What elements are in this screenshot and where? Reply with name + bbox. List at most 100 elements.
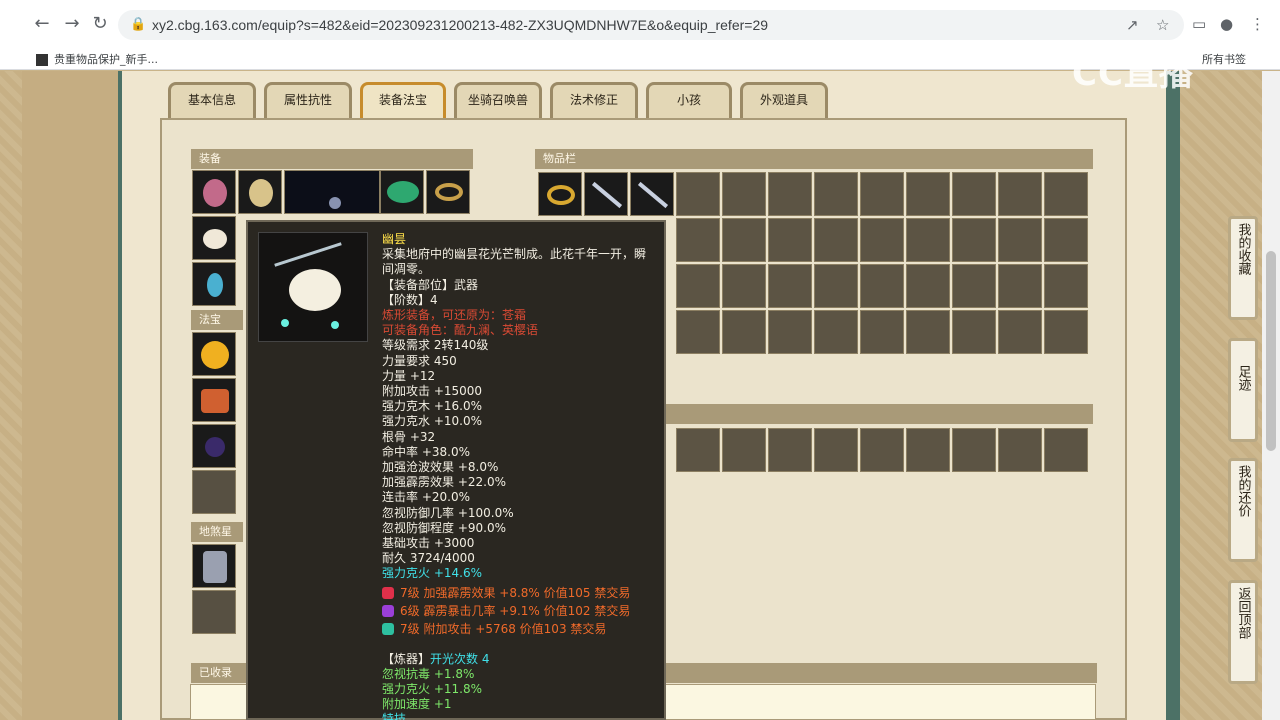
inventory-empty-slot[interactable] — [676, 310, 720, 354]
inventory-empty-slot[interactable] — [906, 172, 950, 216]
inventory-empty-slot[interactable] — [814, 428, 858, 472]
equip-slot-bracelet[interactable] — [426, 170, 470, 214]
inventory-empty-slot[interactable] — [768, 428, 812, 472]
stat-line: 加强霹雳效果 +22.0% — [382, 475, 506, 490]
inventory-empty-slot[interactable] — [952, 218, 996, 262]
inventory-empty-slot[interactable] — [1044, 428, 1088, 472]
tab-mounts-pets[interactable]: 坐骑召唤兽 — [454, 82, 542, 118]
my-counteroffer-button[interactable]: 我的还价 — [1228, 458, 1258, 562]
inventory-empty-slot[interactable] — [676, 218, 720, 262]
address-bar[interactable]: 🔒 xy2.cbg.163.com/equip?s=482&eid=202309… — [118, 10, 1184, 40]
tab-spell-modifiers[interactable]: 法术修正 — [550, 82, 638, 118]
inventory-empty-slot[interactable] — [814, 218, 858, 262]
tab-basic-info[interactable]: 基本信息 — [168, 82, 256, 118]
inventory-empty-slot[interactable] — [1044, 172, 1088, 216]
reload-icon[interactable]: ↻ — [90, 14, 110, 34]
my-favorites-button[interactable]: 我的收藏 — [1228, 216, 1258, 320]
inventory-empty-slot[interactable] — [814, 264, 858, 308]
tab-equipment[interactable]: 装备法宝 — [360, 82, 446, 118]
profile-icon[interactable]: ● — [1220, 15, 1233, 33]
warrior-icon — [203, 551, 227, 583]
fabao-slot-3[interactable] — [192, 424, 236, 468]
inventory-empty-slot[interactable] — [906, 218, 950, 262]
inventory-empty-slot[interactable] — [998, 218, 1042, 262]
inventory-empty-slot[interactable] — [952, 172, 996, 216]
fabao-slot-4[interactable] — [192, 470, 236, 514]
equip-slot-shoes[interactable] — [192, 262, 236, 306]
equip-slot-mask[interactable] — [380, 170, 424, 214]
page-scrollbar[interactable] — [1262, 71, 1280, 720]
inventory-empty-slot[interactable] — [860, 428, 904, 472]
equip-slot-necklace[interactable] — [238, 170, 282, 214]
scrollbar-thumb[interactable] — [1266, 251, 1276, 451]
inventory-empty-slot[interactable] — [906, 264, 950, 308]
inventory-empty-slot[interactable] — [814, 172, 858, 216]
dishaxing-slot-1[interactable] — [192, 544, 236, 588]
inventory-empty-slot[interactable] — [768, 310, 812, 354]
star-icon[interactable]: ☆ — [1156, 16, 1169, 34]
back-icon[interactable]: ← — [32, 14, 52, 34]
inventory-slot-ring[interactable] — [538, 172, 582, 216]
footprint-button[interactable]: 足迹 — [1228, 338, 1258, 442]
inventory-empty-slot[interactable] — [1044, 310, 1088, 354]
inventory-empty-slot[interactable] — [998, 264, 1042, 308]
share-icon[interactable]: ↗ — [1126, 16, 1139, 34]
equip-slot-weapon[interactable] — [192, 216, 236, 260]
inventory-empty-slot[interactable] — [906, 310, 950, 354]
bookmark-item[interactable]: 贵重物品保护_新手... — [36, 51, 158, 67]
tab-attributes[interactable]: 属性抗性 — [264, 82, 352, 118]
refine-count: 开光次数 4 — [430, 651, 490, 666]
stat-line: 根骨 +32 — [382, 429, 436, 444]
url-text[interactable]: xy2.cbg.163.com/equip?s=482&eid=20230923… — [152, 17, 768, 33]
inventory-empty-slot[interactable] — [768, 172, 812, 216]
spear-icon — [591, 181, 623, 209]
inventory-empty-slot[interactable] — [676, 428, 720, 472]
inventory-empty-slot[interactable] — [722, 310, 766, 354]
inventory-empty-slot[interactable] — [998, 428, 1042, 472]
equip-slot-helmet[interactable] — [192, 170, 236, 214]
forward-icon[interactable]: → — [62, 14, 82, 34]
inventory-empty-slot[interactable] — [1044, 264, 1088, 308]
inventory-empty-slot[interactable] — [860, 310, 904, 354]
tab-appearance[interactable]: 外观道具 — [740, 82, 828, 118]
special-skill: 特技 — [382, 712, 407, 720]
ring-icon — [435, 183, 463, 201]
equip-slot-armor[interactable] — [284, 170, 380, 214]
all-bookmarks[interactable]: 所有书签 — [1202, 51, 1246, 67]
fabao-slot-2[interactable] — [192, 378, 236, 422]
dishaxing-slot-2[interactable] — [192, 590, 236, 634]
inventory-empty-slot[interactable] — [860, 218, 904, 262]
inventory-empty-slot[interactable] — [998, 172, 1042, 216]
sidepanel-icon[interactable]: ▭ — [1192, 15, 1206, 33]
inventory-empty-slot[interactable] — [722, 264, 766, 308]
back-to-top-button[interactable]: 返回顶部 — [1228, 580, 1258, 684]
inventory-empty-slot[interactable] — [676, 172, 720, 216]
tab-children[interactable]: 小孩 — [646, 82, 732, 118]
stat-line: 强力克木 +16.0% — [382, 399, 482, 414]
stat-line: 基础攻击 +3000 — [382, 536, 475, 551]
inventory-empty-slot[interactable] — [722, 428, 766, 472]
item-level: 等级需求 2转140级 — [382, 338, 489, 353]
menu-icon[interactable]: ⋮ — [1250, 15, 1265, 33]
inventory-empty-slot[interactable] — [1044, 218, 1088, 262]
inventory-empty-slot[interactable] — [768, 264, 812, 308]
inventory-empty-slot[interactable] — [860, 172, 904, 216]
inventory-empty-slot[interactable] — [722, 218, 766, 262]
second-grid-header — [665, 404, 1093, 424]
lock-icon[interactable]: 🔒 — [130, 17, 146, 32]
item-desc-line2: 间凋零。 — [382, 262, 431, 277]
fabao-slot-1[interactable] — [192, 332, 236, 376]
inventory-slot-spear-2[interactable] — [630, 172, 674, 216]
inventory-empty-slot[interactable] — [860, 264, 904, 308]
inventory-empty-slot[interactable] — [952, 264, 996, 308]
inventory-empty-slot[interactable] — [676, 264, 720, 308]
inventory-empty-slot[interactable] — [952, 310, 996, 354]
gem-text: 7级 加强霹雳效果 +8.8% 价值105 禁交易 — [400, 585, 631, 600]
inventory-empty-slot[interactable] — [906, 428, 950, 472]
inventory-empty-slot[interactable] — [768, 218, 812, 262]
inventory-slot-spear-1[interactable] — [584, 172, 628, 216]
inventory-empty-slot[interactable] — [814, 310, 858, 354]
inventory-empty-slot[interactable] — [722, 172, 766, 216]
inventory-empty-slot[interactable] — [998, 310, 1042, 354]
inventory-empty-slot[interactable] — [952, 428, 996, 472]
